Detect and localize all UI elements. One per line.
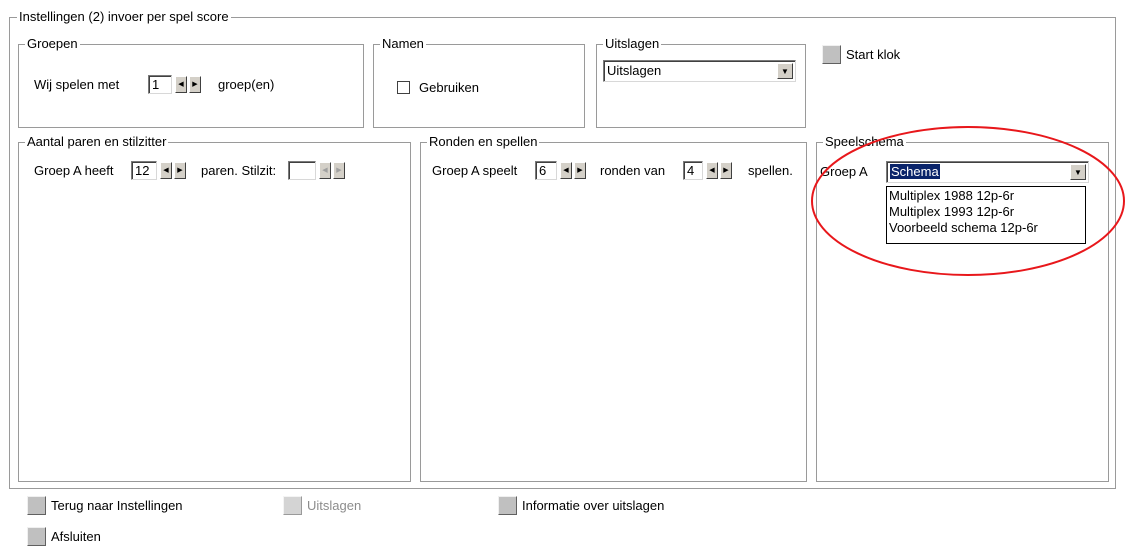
groepen-suffix-label: groep(en) bbox=[218, 77, 275, 92]
namen-title: Namen bbox=[380, 36, 426, 52]
namen-checkbox[interactable] bbox=[397, 81, 410, 94]
ronden-group: Ronden en spellen bbox=[420, 134, 807, 482]
start-klok-button[interactable] bbox=[822, 45, 841, 64]
spin-right-icon[interactable]: ▶ bbox=[189, 76, 201, 93]
uitslagen-title: Uitslagen bbox=[603, 36, 662, 52]
stilzit-field[interactable] bbox=[288, 161, 316, 180]
speelschema-group-label: Groep A bbox=[820, 164, 868, 179]
spin-left-icon[interactable]: ◀ bbox=[560, 162, 572, 179]
spellen-spinner[interactable]: ◀ ▶ bbox=[706, 162, 732, 179]
terug-button[interactable] bbox=[27, 496, 46, 515]
ronden-title: Ronden en spellen bbox=[427, 134, 540, 150]
settings-group-title: Instellingen (2) invoer per spel score bbox=[17, 9, 231, 25]
informatie-label: Informatie over uitslagen bbox=[522, 498, 665, 513]
paren-title: Aantal paren en stilzitter bbox=[25, 134, 169, 150]
speelschema-dropdown-list[interactable]: Multiplex 1988 12p-6r Multiplex 1993 12p… bbox=[886, 186, 1086, 244]
uitslagen-button-label: Uitslagen bbox=[307, 498, 362, 513]
paren-count-field[interactable]: 12 bbox=[131, 161, 157, 180]
ronden-suffix-label: spellen. bbox=[748, 163, 793, 178]
paren-prefix-label: Groep A heeft bbox=[34, 163, 114, 178]
speelschema-select-value: Schema bbox=[890, 164, 940, 179]
groepen-spinner[interactable]: ◀ ▶ bbox=[175, 76, 201, 93]
terug-label: Terug naar Instellingen bbox=[51, 498, 183, 513]
start-klok-label: Start klok bbox=[846, 47, 901, 62]
uitslagen-select[interactable]: Uitslagen ▼ bbox=[603, 60, 796, 82]
groepen-count-field[interactable]: 1 bbox=[148, 75, 172, 94]
spin-left-icon[interactable]: ◀ bbox=[175, 76, 187, 93]
spin-left-icon[interactable]: ◀ bbox=[706, 162, 718, 179]
ronden-prefix-label: Groep A speelt bbox=[432, 163, 518, 178]
list-item[interactable]: Multiplex 1993 12p-6r bbox=[889, 204, 1083, 220]
ronden-middle-label: ronden van bbox=[600, 163, 666, 178]
chevron-down-icon[interactable]: ▼ bbox=[777, 63, 793, 79]
afsluiten-button[interactable] bbox=[27, 527, 46, 546]
groepen-prefix-label: Wij spelen met bbox=[34, 77, 120, 92]
spin-right-icon: ▶ bbox=[333, 162, 345, 179]
uitslagen-button bbox=[283, 496, 302, 515]
list-item[interactable]: Multiplex 1988 12p-6r bbox=[889, 188, 1083, 204]
uitslagen-select-value: Uitslagen bbox=[607, 63, 662, 78]
uitslagen-group: Uitslagen bbox=[596, 36, 806, 128]
spin-right-icon[interactable]: ▶ bbox=[174, 162, 186, 179]
ronden-count-field[interactable]: 6 bbox=[535, 161, 557, 180]
speelschema-title: Speelschema bbox=[823, 134, 906, 150]
paren-group: Aantal paren en stilzitter bbox=[18, 134, 411, 482]
paren-spinner[interactable]: ◀ ▶ bbox=[160, 162, 186, 179]
paren-middle-label: paren. Stilzit: bbox=[201, 163, 277, 178]
afsluiten-label: Afsluiten bbox=[51, 529, 101, 544]
spin-right-icon[interactable]: ▶ bbox=[720, 162, 732, 179]
spellen-count-field[interactable]: 4 bbox=[683, 161, 703, 180]
namen-checkbox-label: Gebruiken bbox=[419, 80, 479, 95]
speelschema-select[interactable]: Schema ▼ bbox=[886, 161, 1089, 183]
ronden-spinner[interactable]: ◀ ▶ bbox=[560, 162, 586, 179]
groepen-title: Groepen bbox=[25, 36, 80, 52]
list-item[interactable]: Voorbeeld schema 12p-6r bbox=[889, 220, 1083, 236]
spin-right-icon[interactable]: ▶ bbox=[574, 162, 586, 179]
informatie-button[interactable] bbox=[498, 496, 517, 515]
chevron-down-icon[interactable]: ▼ bbox=[1070, 164, 1086, 180]
spin-left-icon: ◀ bbox=[319, 162, 331, 179]
spin-left-icon[interactable]: ◀ bbox=[160, 162, 172, 179]
stilzit-spinner: ◀ ▶ bbox=[319, 162, 345, 179]
